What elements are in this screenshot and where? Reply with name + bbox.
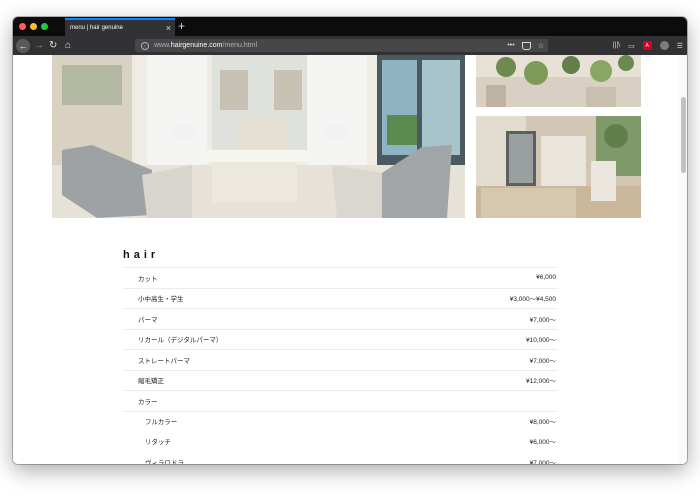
- menu-row: 縮毛矯正 ¥12,000〜: [123, 369, 558, 391]
- sidebar-icon[interactable]: ▭: [628, 42, 635, 50]
- new-tab-button[interactable]: +: [178, 19, 185, 33]
- close-window-button[interactable]: [19, 23, 26, 30]
- zoom-window-button[interactable]: [41, 23, 48, 30]
- salon-plants-photo: [476, 55, 641, 107]
- navigation-bar: ← → ↻ ⌂ i www. hairgenuine.com/menu.html …: [13, 36, 687, 55]
- reload-button[interactable]: ↻: [49, 38, 57, 53]
- home-icon: ⌂: [65, 40, 72, 51]
- section-title-hair: hair: [123, 249, 160, 261]
- browser-window: menu | hair genuine × + ← → ↻ ⌂ i www. ha…: [13, 17, 687, 464]
- menu-item-name: 縮毛矯正: [138, 378, 164, 386]
- menu-row: リタッチ ¥6,000〜: [123, 431, 558, 452]
- menu-item-price: ¥7,000〜: [529, 316, 556, 324]
- account-icon[interactable]: [659, 41, 669, 50]
- url-prefix: www.: [154, 42, 171, 49]
- menu-item-price: ¥6,000: [536, 274, 556, 282]
- hamburger-menu-icon[interactable]: ☰: [677, 42, 683, 50]
- home-button[interactable]: ⌂: [65, 38, 71, 53]
- tab-title: menu | hair genuine: [70, 25, 123, 31]
- reload-icon: ↻: [49, 40, 58, 51]
- scrollbar-thumb[interactable]: [681, 97, 686, 173]
- url-path: /menu.html: [222, 42, 258, 49]
- hair-menu-list: カット ¥6,000 小中高生・学生 ¥3,000〜¥4,500 パーマ ¥7,000〜リ…: [123, 267, 558, 464]
- menu-row: ストレートパーマ ¥7,000〜: [123, 349, 558, 370]
- scrollbar-track[interactable]: [679, 55, 687, 464]
- url-domain: hairgenuine.com: [170, 42, 223, 49]
- menu-item-name: 小中高生・学生: [138, 296, 184, 304]
- pdf-extension-icon[interactable]: A: [642, 41, 652, 50]
- minimize-window-button[interactable]: [30, 23, 37, 30]
- address-bar[interactable]: i www. hairgenuine.com/menu.html ••• ☆: [135, 39, 548, 52]
- back-button[interactable]: ←: [16, 38, 30, 53]
- menu-item-name: パーマ: [138, 316, 158, 324]
- menu-item-price: ¥7,000〜: [529, 459, 556, 464]
- back-arrow-icon: ←: [16, 38, 30, 53]
- menu-row: リカール（デジタルパーマ） ¥10,000〜: [123, 328, 558, 350]
- tab-strip: menu | hair genuine × +: [13, 17, 687, 36]
- tab-menu-hair-genuine[interactable]: menu | hair genuine ×: [65, 18, 175, 36]
- menu-row: フルカラー ¥8,000〜: [123, 410, 558, 432]
- menu-row: ヴィラロドラ ¥7,000〜: [123, 452, 558, 464]
- pocket-icon[interactable]: [521, 41, 531, 50]
- menu-item-name: カラー: [138, 398, 158, 406]
- menu-row: パーマ ¥7,000〜: [123, 308, 558, 329]
- menu-item-price: ¥6,000〜: [529, 439, 556, 447]
- menu-row: カラー: [123, 390, 558, 411]
- menu-item-name: リタッチ: [145, 439, 171, 447]
- page-actions-icon[interactable]: •••: [507, 42, 514, 49]
- menu-item-name: ヴィラロドラ: [145, 459, 184, 464]
- menu-item-price: ¥8,000〜: [529, 419, 556, 427]
- close-tab-icon[interactable]: ×: [166, 22, 171, 34]
- menu-row: 小中高生・学生 ¥3,000〜¥4,500: [123, 287, 558, 309]
- menu-item-price: ¥7,000〜: [529, 357, 556, 365]
- forward-button[interactable]: →: [34, 38, 44, 53]
- salon-mirror-station-photo: [476, 116, 641, 218]
- menu-item-name: ストレートパーマ: [138, 357, 190, 365]
- page-content: hair カット ¥6,000 小中高生・学生 ¥3,000〜¥4,500 パーマ ¥7,…: [13, 55, 687, 464]
- site-info-icon[interactable]: i: [141, 41, 149, 50]
- menu-item-name: リカール（デジタルパーマ）: [138, 337, 223, 345]
- library-icon[interactable]: |||\: [613, 42, 620, 49]
- menu-item-price: ¥3,000〜¥4,500: [509, 296, 556, 304]
- menu-item-name: カット: [138, 275, 158, 283]
- menu-item-name: フルカラー: [145, 419, 178, 427]
- window-controls: [19, 23, 48, 30]
- salon-interior-photo: [52, 55, 465, 218]
- menu-item-price: ¥12,000〜: [526, 378, 556, 386]
- bookmark-star-icon[interactable]: ☆: [538, 42, 544, 50]
- menu-item-price: ¥10,000〜: [526, 337, 556, 345]
- forward-arrow-icon: →: [34, 40, 44, 51]
- menu-row: カット ¥6,000: [123, 267, 558, 288]
